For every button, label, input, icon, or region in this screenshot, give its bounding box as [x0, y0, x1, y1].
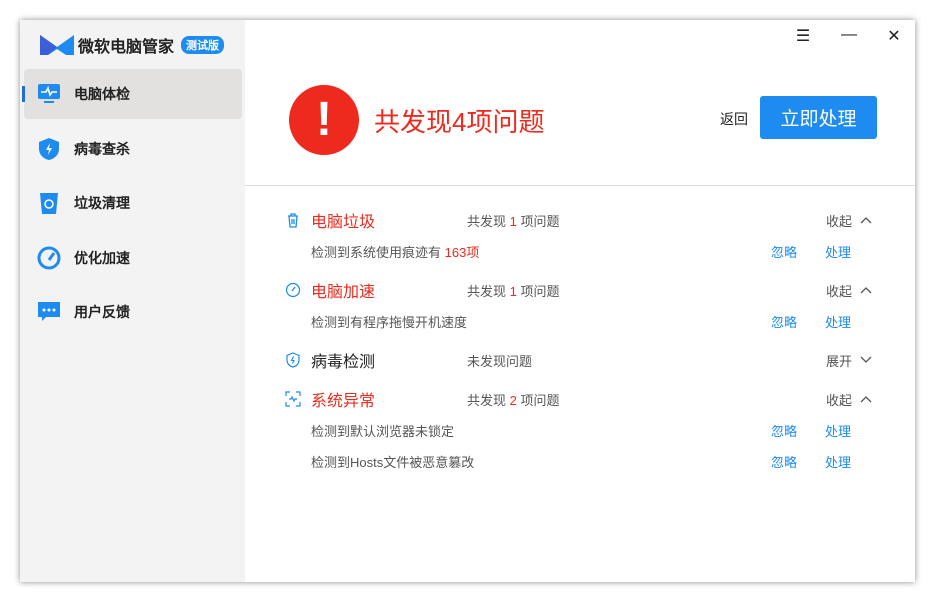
ignore-link[interactable]: 忽略: [771, 312, 797, 331]
menu-icon[interactable]: ☰: [791, 26, 815, 46]
ignore-link[interactable]: 忽略: [771, 421, 797, 440]
category-summary: 共发现 1 项问题: [467, 213, 560, 229]
issue-row: 检测到系统使用痕迹有 163项 忽略 处理: [245, 239, 915, 263]
category-name: 病毒检测: [311, 354, 376, 371]
shield-bolt-icon: [286, 352, 300, 368]
fix-all-button[interactable]: 立即处理: [760, 96, 877, 139]
sidebar-item-cleanup[interactable]: 垃圾清理: [24, 178, 242, 228]
category-summary: 共发现 2 项问题: [467, 392, 560, 408]
chevron-up-icon: [860, 287, 872, 294]
category-row-speedup: 电脑加速 共发现 1 项问题 收起: [245, 278, 915, 302]
issue-text: 检测到默认浏览器未锁定: [311, 423, 455, 439]
sidebar-item-checkup[interactable]: 电脑体检: [22, 69, 242, 119]
alert-icon: !: [289, 85, 359, 155]
handle-link[interactable]: 处理: [825, 421, 851, 440]
category-summary: 共发现 1 项问题: [467, 283, 560, 299]
expand-toggle[interactable]: 展开: [826, 351, 872, 370]
sidebar-item-speedup[interactable]: 优化加速: [24, 233, 242, 283]
category-row-junk: 电脑垃圾 共发现 1 项问题 收起: [245, 208, 915, 232]
sidebar-item-label: 电脑体检: [74, 86, 130, 102]
category-name: 系统异常: [311, 393, 376, 410]
shield-icon: [37, 137, 61, 161]
recycle-bin-icon: [37, 191, 61, 215]
sidebar-item-label: 垃圾清理: [74, 195, 130, 211]
issue-row: 检测到默认浏览器未锁定 忽略 处理: [245, 418, 915, 442]
collapse-toggle[interactable]: 收起: [826, 211, 872, 230]
sidebar: 微软电脑管家 测试版 电脑体检 病毒查杀 垃圾清理 优化加速 用户反馈: [20, 20, 245, 582]
app-title: 微软电脑管家: [78, 39, 175, 56]
app-window: 微软电脑管家 测试版 电脑体检 病毒查杀 垃圾清理 优化加速 用户反馈 ☰ — …: [20, 20, 915, 582]
close-button[interactable]: ✕: [882, 26, 906, 46]
issue-text: 检测到Hosts文件被恶意篡改: [311, 454, 475, 470]
issue-text: 检测到有程序拖慢开机速度: [311, 314, 468, 330]
issue-text: 检测到系统使用痕迹有 163项: [311, 244, 480, 260]
back-link[interactable]: 返回: [720, 109, 748, 129]
sidebar-item-feedback[interactable]: 用户反馈: [24, 287, 242, 337]
divider: [245, 185, 915, 186]
sidebar-item-label: 优化加速: [74, 250, 130, 266]
collapse-toggle[interactable]: 收起: [826, 281, 872, 300]
chevron-down-icon: [860, 356, 872, 363]
beta-badge: 测试版: [181, 36, 225, 54]
logo-icon: [40, 35, 74, 55]
monitor-pulse-icon: [37, 82, 61, 106]
chevron-up-icon: [860, 396, 872, 403]
issue-row: 检测到Hosts文件被恶意篡改 忽略 处理: [245, 449, 915, 473]
sidebar-item-label: 病毒查杀: [74, 141, 130, 157]
active-marker: [22, 86, 25, 102]
issue-row: 检测到有程序拖慢开机速度 忽略 处理: [245, 309, 915, 333]
chat-icon: [37, 300, 61, 324]
trash-icon: [288, 213, 298, 228]
minimize-button[interactable]: —: [837, 26, 861, 44]
category-name: 电脑垃圾: [311, 214, 376, 231]
category-row-virus: 病毒检测 未发现问题 展开: [245, 348, 915, 372]
category-row-system: 系统异常 共发现 2 项问题 收起: [245, 387, 915, 411]
sidebar-item-label: 用户反馈: [74, 304, 130, 320]
category-summary: 未发现问题: [467, 353, 533, 369]
collapse-toggle[interactable]: 收起: [826, 390, 872, 409]
gauge-icon: [285, 282, 301, 298]
handle-link[interactable]: 处理: [825, 242, 851, 261]
category-name: 电脑加速: [311, 284, 376, 301]
speedometer-icon: [37, 246, 61, 270]
handle-link[interactable]: 处理: [825, 452, 851, 471]
scan-icon: [285, 391, 301, 407]
ignore-link[interactable]: 忽略: [771, 242, 797, 261]
handle-link[interactable]: 处理: [825, 312, 851, 331]
result-title: 共发现4项问题: [374, 107, 545, 137]
ignore-link[interactable]: 忽略: [771, 452, 797, 471]
chevron-up-icon: [860, 217, 872, 224]
sidebar-item-antivirus[interactable]: 病毒查杀: [24, 124, 242, 174]
app-logo: 微软电脑管家 测试版: [40, 33, 225, 57]
